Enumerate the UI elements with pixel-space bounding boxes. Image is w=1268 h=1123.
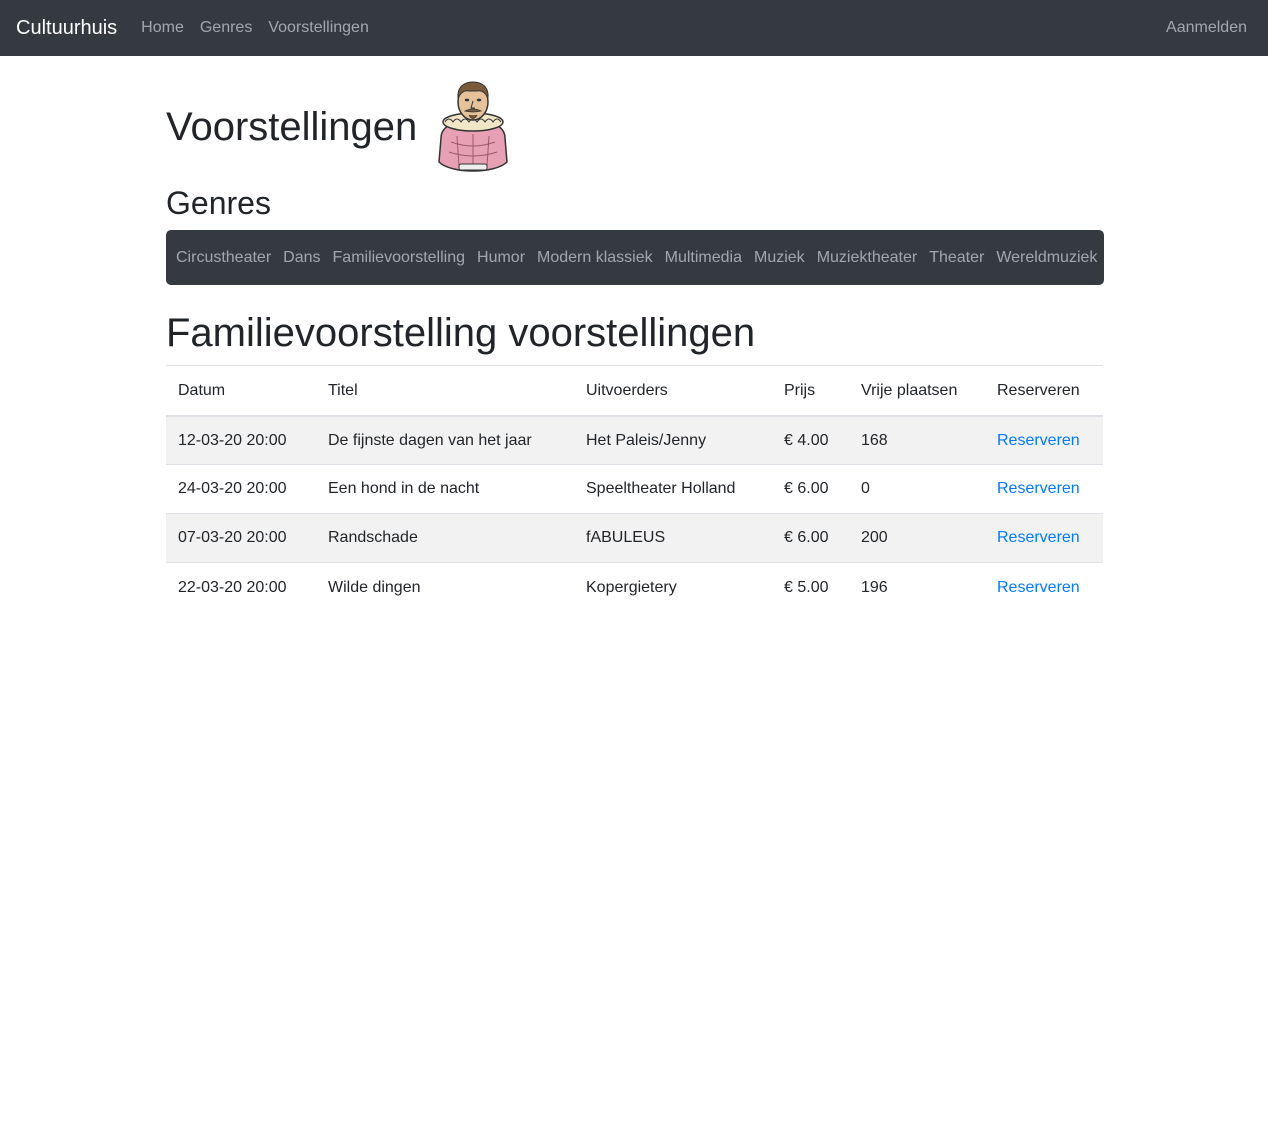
login-link[interactable]: Aanmelden [1166,19,1247,36]
cell-titel: Wilde dingen [316,562,574,612]
genre-circustheater[interactable]: Circustheater [176,249,271,267]
genres-title: Genres [166,185,271,221]
reserveren-link[interactable]: Reserveren [997,579,1080,596]
genre-nav: Circustheater Dans Familievoorstelling H… [166,230,1104,286]
cell-prijs: € 5.00 [772,562,849,612]
brand-link[interactable]: Cultuurhuis [16,17,117,40]
cell-datum: 24-03-20 20:00 [166,464,316,514]
main-nav: Home Genres Voorstellingen [141,19,385,37]
table-row: 07-03-20 20:00 Randschade fABULEUS € 6.0… [166,513,1103,563]
cell-titel: De fijnste dagen van het jaar [328,431,532,449]
header-reserveren: Reserveren [985,365,1103,417]
cell-datum: 07-03-20 20:00 [166,513,316,563]
cell-vrije-plaatsen: 200 [849,513,985,563]
table-header: Datum Titel Uitvoerders Prijs Vrije plaa… [166,365,1103,417]
cell-uitvoerders: fABULEUS [574,513,772,563]
genre-familievoorstelling[interactable]: Familievoorstelling [333,249,466,267]
genre-modern-klassiek[interactable]: Modern klassiek [537,249,653,267]
nav-right: Aanmelden [1166,19,1252,37]
cell-uitvoerders: Het Paleis/Jenny [586,431,707,449]
header-vrije-plaatsen: Vrije plaatsen [849,365,985,417]
page-header: Voorstellingen [166,72,1104,182]
reserveren-link[interactable]: Reserveren [997,432,1080,449]
table-body: 12-03-20 20:00 De fijnste dagen van het … [166,415,1103,612]
cell-reserveren: Reserveren [985,416,1103,465]
genre-muziek[interactable]: Muziek [754,249,805,267]
nav-home[interactable]: Home [141,19,184,37]
nav-genres[interactable]: Genres [200,19,252,37]
cell-titel: Randschade [316,513,574,563]
cell-prijs: € 4.00 [784,431,829,449]
cell-reserveren: Reserveren [985,464,1103,514]
page-title: Voorstellingen [166,105,418,149]
section-title: Familievoorstelling voorstellingen [166,311,756,356]
table-row: 12-03-20 20:00 De fijnste dagen van het … [166,415,1103,465]
genre-muziektheater[interactable]: Muziektheater [817,249,918,267]
main-content: Voorstellingen Genres Circustheater Dans… [166,72,1104,612]
cell-vrije-plaatsen: 0 [849,464,985,514]
shakespeare-bust-icon [438,81,509,172]
genre-humor[interactable]: Humor [477,249,525,267]
cell-reserveren: Reserveren [985,513,1103,563]
genre-theater[interactable]: Theater [929,249,984,267]
cell-titel: Een hond in de nacht [316,464,574,514]
shows-table: Datum Titel Uitvoerders Prijs Vrije plaa… [166,365,1103,612]
genre-dans[interactable]: Dans [283,249,320,267]
cell-prijs: € 6.00 [772,464,849,514]
table-header-row: Datum Titel Uitvoerders Prijs Vrije plaa… [166,365,1103,417]
cell-uitvoerders: Speeltheater Holland [574,464,772,514]
header-prijs: Prijs [772,365,849,417]
table-row: 24-03-20 20:00 Een hond in de nacht Spee… [166,464,1103,514]
reserveren-link[interactable]: Reserveren [997,480,1080,497]
cell-datum: 22-03-20 20:00 [166,562,316,612]
top-navbar: Cultuurhuis Home Genres Voorstellingen A… [0,0,1268,56]
cell-uitvoerders: Kopergietery [574,562,772,612]
cell-prijs: € 6.00 [772,513,849,563]
reserveren-link[interactable]: Reserveren [997,529,1080,546]
genre-multimedia[interactable]: Multimedia [665,249,742,267]
header-datum: Datum [166,365,316,417]
nav-voorstellingen[interactable]: Voorstellingen [268,19,369,37]
cell-reserveren: Reserveren [985,562,1103,612]
header-titel: Titel [316,365,574,417]
cell-vrije-plaatsen: 168 [861,431,888,449]
cell-vrije-plaatsen: 196 [849,562,985,612]
table-row: 22-03-20 20:00 Wilde dingen Kopergietery… [166,562,1103,612]
genre-wereldmuziek[interactable]: Wereldmuziek [996,249,1097,267]
cell-datum: 12-03-20 20:00 [178,431,287,449]
header-uitvoerders: Uitvoerders [574,365,772,417]
